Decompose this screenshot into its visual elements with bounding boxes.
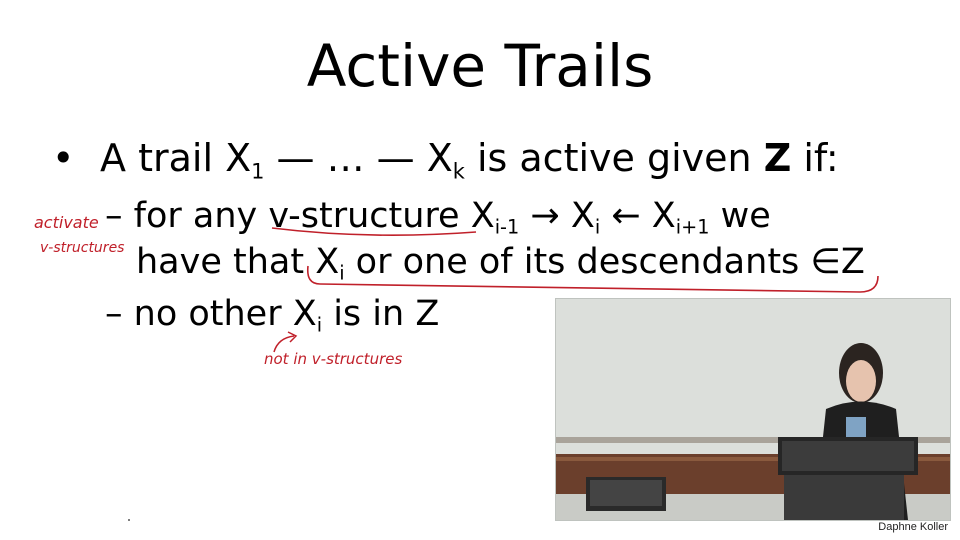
- note-v-structures: v-structures: [40, 240, 124, 256]
- bullet-text-d: if:: [791, 136, 839, 180]
- speaker-credit: Daphne Koller: [878, 521, 948, 533]
- bullet-sub-k: k: [452, 159, 465, 184]
- sub3-text-a: no other X: [133, 294, 317, 334]
- slide: Active Trails • A trail X1 — … — Xk is ac…: [0, 0, 960, 540]
- sub3-dash: –: [105, 294, 134, 334]
- video-scene: [556, 299, 950, 520]
- bullet-marker: •: [52, 136, 75, 180]
- bullet-text-a: A trail X: [100, 136, 252, 180]
- sub-bullet-v-structure: – for any v-structure Xi-1 → Xi ← Xi+1 w…: [105, 192, 771, 240]
- sub2-text-b: or one of its descendants ∈Z: [344, 242, 865, 282]
- bullet-active-trail: • A trail X1 — … — Xk is active given Z i…: [52, 134, 839, 182]
- sub1-dash: –: [105, 196, 134, 236]
- note-activate: activate: [34, 213, 99, 232]
- speaker-video-frame: [555, 298, 951, 521]
- sub3-text-b: is in Z: [322, 294, 440, 334]
- sub1-text-a: for any v-structure X: [133, 196, 495, 236]
- sub2-text-a: have that X: [136, 242, 340, 282]
- slide-title: Active Trails: [306, 32, 654, 100]
- bullet-text-b: — … — X: [264, 136, 453, 180]
- sub1-sub-a: i-1: [494, 215, 520, 239]
- sub1-arrow-left: ← X: [600, 196, 676, 236]
- sub-bullet-continuation: have that Xi or one of its descendants ∈…: [136, 238, 865, 286]
- stray-dot: [128, 519, 130, 521]
- note-not-in-v-structures: not in v-structures: [264, 350, 402, 368]
- sub1-sub-c: i+1: [675, 215, 710, 239]
- bullet-bold-z: Z: [763, 136, 792, 180]
- bullet-sub-1: 1: [251, 159, 265, 184]
- sub1-text-b: we: [709, 196, 771, 236]
- sub-bullet-no-other: – no other Xi is in Z: [105, 290, 439, 338]
- bullet-text-c: is active given: [464, 136, 764, 180]
- sub1-arrow-right: → X: [519, 196, 595, 236]
